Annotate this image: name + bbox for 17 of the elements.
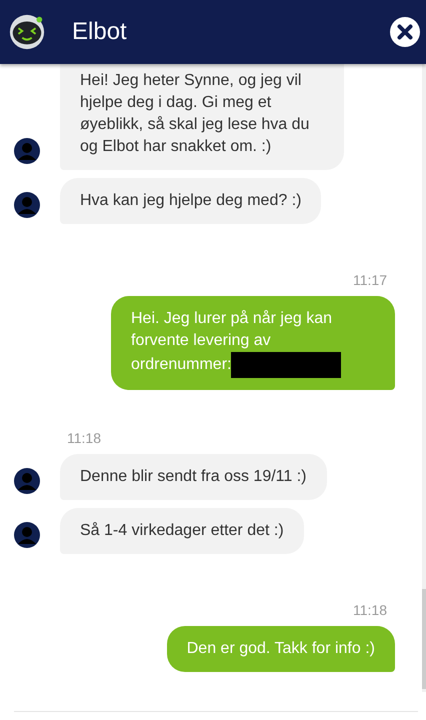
message-bubble: Den er god. Takk for info :) <box>166 626 395 672</box>
close-icon <box>390 17 420 47</box>
avatar-icon <box>14 138 40 164</box>
robot-icon <box>8 13 46 51</box>
window-title: Elbot <box>72 18 128 46</box>
avatar-icon <box>14 192 40 218</box>
timestamp: 11:18 <box>353 602 387 618</box>
message-bubble: Denne blir sendt fra oss 19/11 :) <box>60 454 326 500</box>
close-button[interactable] <box>390 17 420 47</box>
timestamp: 11:17 <box>353 272 387 288</box>
avatar-icon <box>14 522 40 548</box>
timestamp: 11:18 <box>67 430 102 446</box>
message-bubble: Hei. Jeg lurer på når jeg kan forvente levering av ordrenummer: <box>111 296 395 390</box>
message-bubble: Hei! Jeg heter Synne, og jeg vil hjelpe deg i dag. Gi meg et øyeblikk, så skal jeg lese hva du og Elbot har snakket om. :) <box>60 64 344 170</box>
message-bubble: Så 1-4 virkedager etter det :) <box>60 508 304 554</box>
message-bubble: Hva kan jeg hjelpe deg med? :) <box>60 178 322 224</box>
avatar-icon <box>14 468 40 494</box>
